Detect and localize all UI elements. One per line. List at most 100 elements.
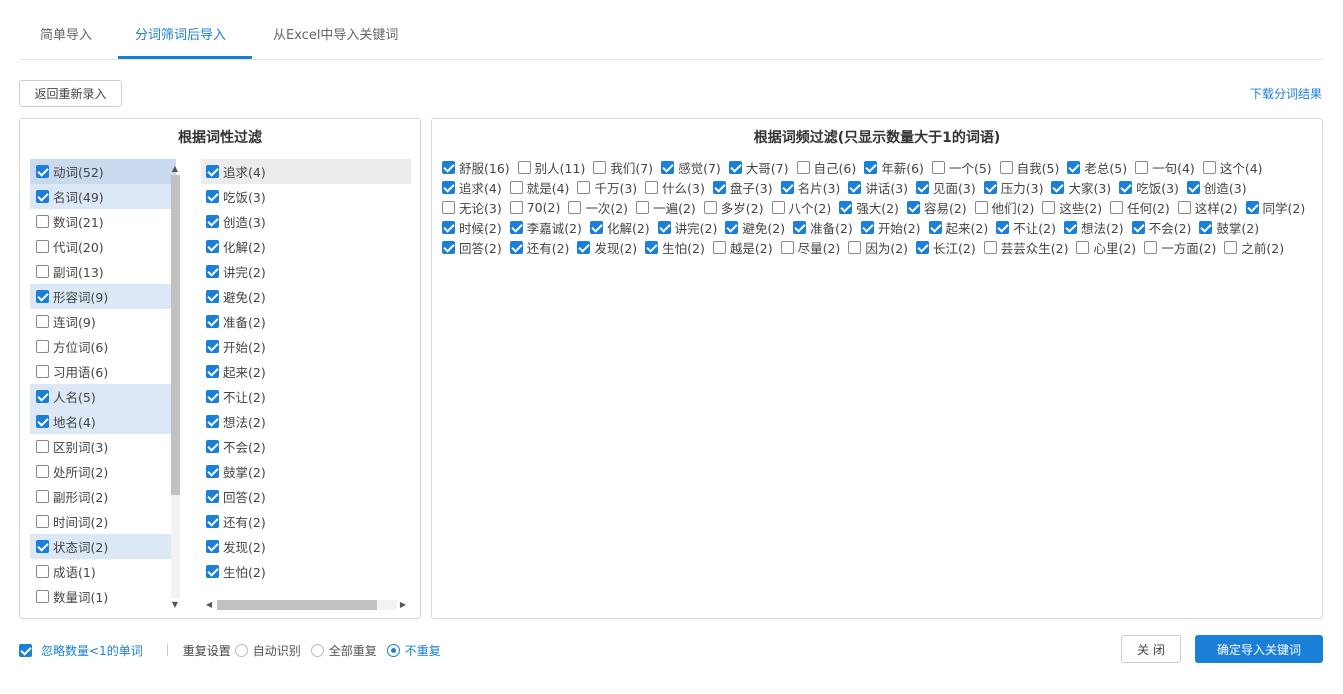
checkbox[interactable]: [1131, 220, 1145, 234]
checkbox[interactable]: [36, 540, 49, 553]
checkbox[interactable]: [1186, 180, 1200, 194]
checkbox[interactable]: [712, 240, 726, 254]
checkbox[interactable]: [1245, 200, 1259, 214]
checkbox[interactable]: [712, 180, 726, 194]
checkbox[interactable]: [860, 220, 874, 234]
pos-item[interactable]: 动词(52): [30, 159, 176, 184]
freq-word-item[interactable]: 强大(2): [839, 197, 899, 217]
pos-item[interactable]: 名词(49): [30, 184, 176, 209]
checkbox[interactable]: [657, 220, 671, 234]
checkbox[interactable]: [36, 190, 49, 203]
checkbox[interactable]: [1202, 160, 1216, 174]
checkbox[interactable]: [636, 200, 650, 214]
checkbox[interactable]: [661, 160, 675, 174]
checkbox[interactable]: [577, 240, 591, 254]
pos-word-item[interactable]: 吃饭(3): [201, 184, 411, 209]
checkbox[interactable]: [206, 465, 219, 478]
checkbox[interactable]: [1119, 180, 1133, 194]
checkbox[interactable]: [593, 160, 607, 174]
pos-word-item[interactable]: 起来(2): [201, 359, 411, 384]
checkbox[interactable]: [36, 165, 49, 178]
checkbox[interactable]: [36, 415, 49, 428]
checkbox[interactable]: [974, 200, 988, 214]
checkbox[interactable]: [916, 240, 930, 254]
checkbox[interactable]: [771, 200, 785, 214]
freq-word-item[interactable]: 一次(2): [568, 197, 628, 217]
download-result-link[interactable]: 下载分词结果: [1250, 85, 1322, 102]
checkbox[interactable]: [517, 160, 531, 174]
pos-word-item[interactable]: 还有(2): [201, 509, 411, 534]
pos-item[interactable]: 人名(5): [30, 384, 176, 409]
freq-word-item[interactable]: 还有(2): [509, 237, 569, 257]
freq-word-item[interactable]: 生怕(2): [645, 237, 705, 257]
freq-word-item[interactable]: 这个(4): [1202, 157, 1263, 177]
checkbox[interactable]: [206, 290, 219, 303]
checkbox[interactable]: [36, 315, 49, 328]
checkbox[interactable]: [36, 490, 49, 503]
freq-word-item[interactable]: 开始(2): [860, 217, 921, 237]
freq-word-item[interactable]: 因为(2): [848, 237, 908, 257]
checkbox[interactable]: [206, 215, 219, 228]
checkbox[interactable]: [1177, 200, 1191, 214]
checkbox[interactable]: [928, 220, 942, 234]
pos-word-item[interactable]: 不会(2): [201, 434, 411, 459]
radio-auto-detect[interactable]: 自动识别: [234, 642, 301, 659]
checkbox[interactable]: [206, 315, 219, 328]
checkbox[interactable]: [577, 180, 591, 194]
freq-word-item[interactable]: 容易(2): [906, 197, 967, 217]
confirm-import-button[interactable]: 确定导入关键词: [1195, 635, 1323, 663]
freq-word-item[interactable]: 他们(2): [974, 197, 1034, 217]
pos-word-item[interactable]: 避免(2): [201, 284, 411, 309]
checkbox[interactable]: [36, 390, 49, 403]
pos-item[interactable]: 区别词(3): [30, 434, 176, 459]
freq-word-item[interactable]: 避免(2): [725, 217, 785, 237]
checkbox[interactable]: [206, 415, 219, 428]
checkbox[interactable]: [906, 200, 920, 214]
pos-word-item[interactable]: 开始(2): [201, 334, 411, 359]
freq-word-item[interactable]: 别人(11): [517, 157, 585, 177]
pos-item[interactable]: 成语(1): [30, 559, 176, 584]
checkbox[interactable]: [36, 565, 49, 578]
freq-word-item[interactable]: 发现(2): [577, 237, 637, 257]
close-button[interactable]: 关 闭: [1121, 635, 1181, 663]
checkbox[interactable]: [996, 220, 1010, 234]
pos-word-item[interactable]: 生怕(2): [201, 559, 411, 584]
checkbox[interactable]: [848, 180, 862, 194]
pos-word-item[interactable]: 发现(2): [201, 534, 411, 559]
pos-item[interactable]: 形容词(9): [30, 284, 176, 309]
freq-word-item[interactable]: 多岁(2): [703, 197, 764, 217]
freq-word-item[interactable]: 名片(3): [780, 177, 840, 197]
checkbox[interactable]: [206, 440, 219, 453]
pos-item[interactable]: 连词(9): [30, 309, 176, 334]
checkbox[interactable]: [1135, 160, 1149, 174]
checkbox[interactable]: [725, 220, 739, 234]
checkbox[interactable]: [1076, 240, 1090, 254]
freq-word-item[interactable]: 这些(2): [1042, 197, 1102, 217]
freq-word-item[interactable]: 追求(4): [442, 177, 502, 197]
freq-word-item[interactable]: 我们(7): [593, 157, 653, 177]
freq-word-item[interactable]: 感觉(7): [661, 157, 721, 177]
checkbox[interactable]: [509, 220, 523, 234]
checkbox[interactable]: [1067, 160, 1081, 174]
freq-word-item[interactable]: 一遍(2): [636, 197, 696, 217]
freq-word-item[interactable]: 化解(2): [589, 217, 650, 237]
freq-word-item[interactable]: 什么(3): [645, 177, 705, 197]
pos-word-item[interactable]: 追求(4): [201, 159, 411, 184]
freq-word-item[interactable]: 想法(2): [1063, 217, 1124, 237]
freq-word-item[interactable]: 大哥(7): [728, 157, 789, 177]
freq-word-item[interactable]: 就是(4): [509, 177, 569, 197]
pos-word-item[interactable]: 鼓掌(2): [201, 459, 411, 484]
pos-item[interactable]: 数量词(1): [30, 584, 176, 609]
checkbox[interactable]: [36, 365, 49, 378]
freq-word-item[interactable]: 尽量(2): [780, 237, 840, 257]
checkbox[interactable]: [36, 240, 49, 253]
freq-word-item[interactable]: 时候(2): [442, 217, 502, 237]
freq-word-item[interactable]: 长江(2): [916, 237, 976, 257]
scroll-left-icon[interactable]: ◀: [203, 598, 215, 612]
checkbox[interactable]: [206, 390, 219, 403]
radio-no-repeat[interactable]: 不重复: [386, 642, 441, 659]
freq-word-item[interactable]: 见面(3): [916, 177, 976, 197]
tab-excel-import[interactable]: 从Excel中导入关键词: [273, 24, 398, 43]
freq-word-item[interactable]: 回答(2): [442, 237, 502, 257]
freq-word-item[interactable]: 讲完(2): [657, 217, 717, 237]
